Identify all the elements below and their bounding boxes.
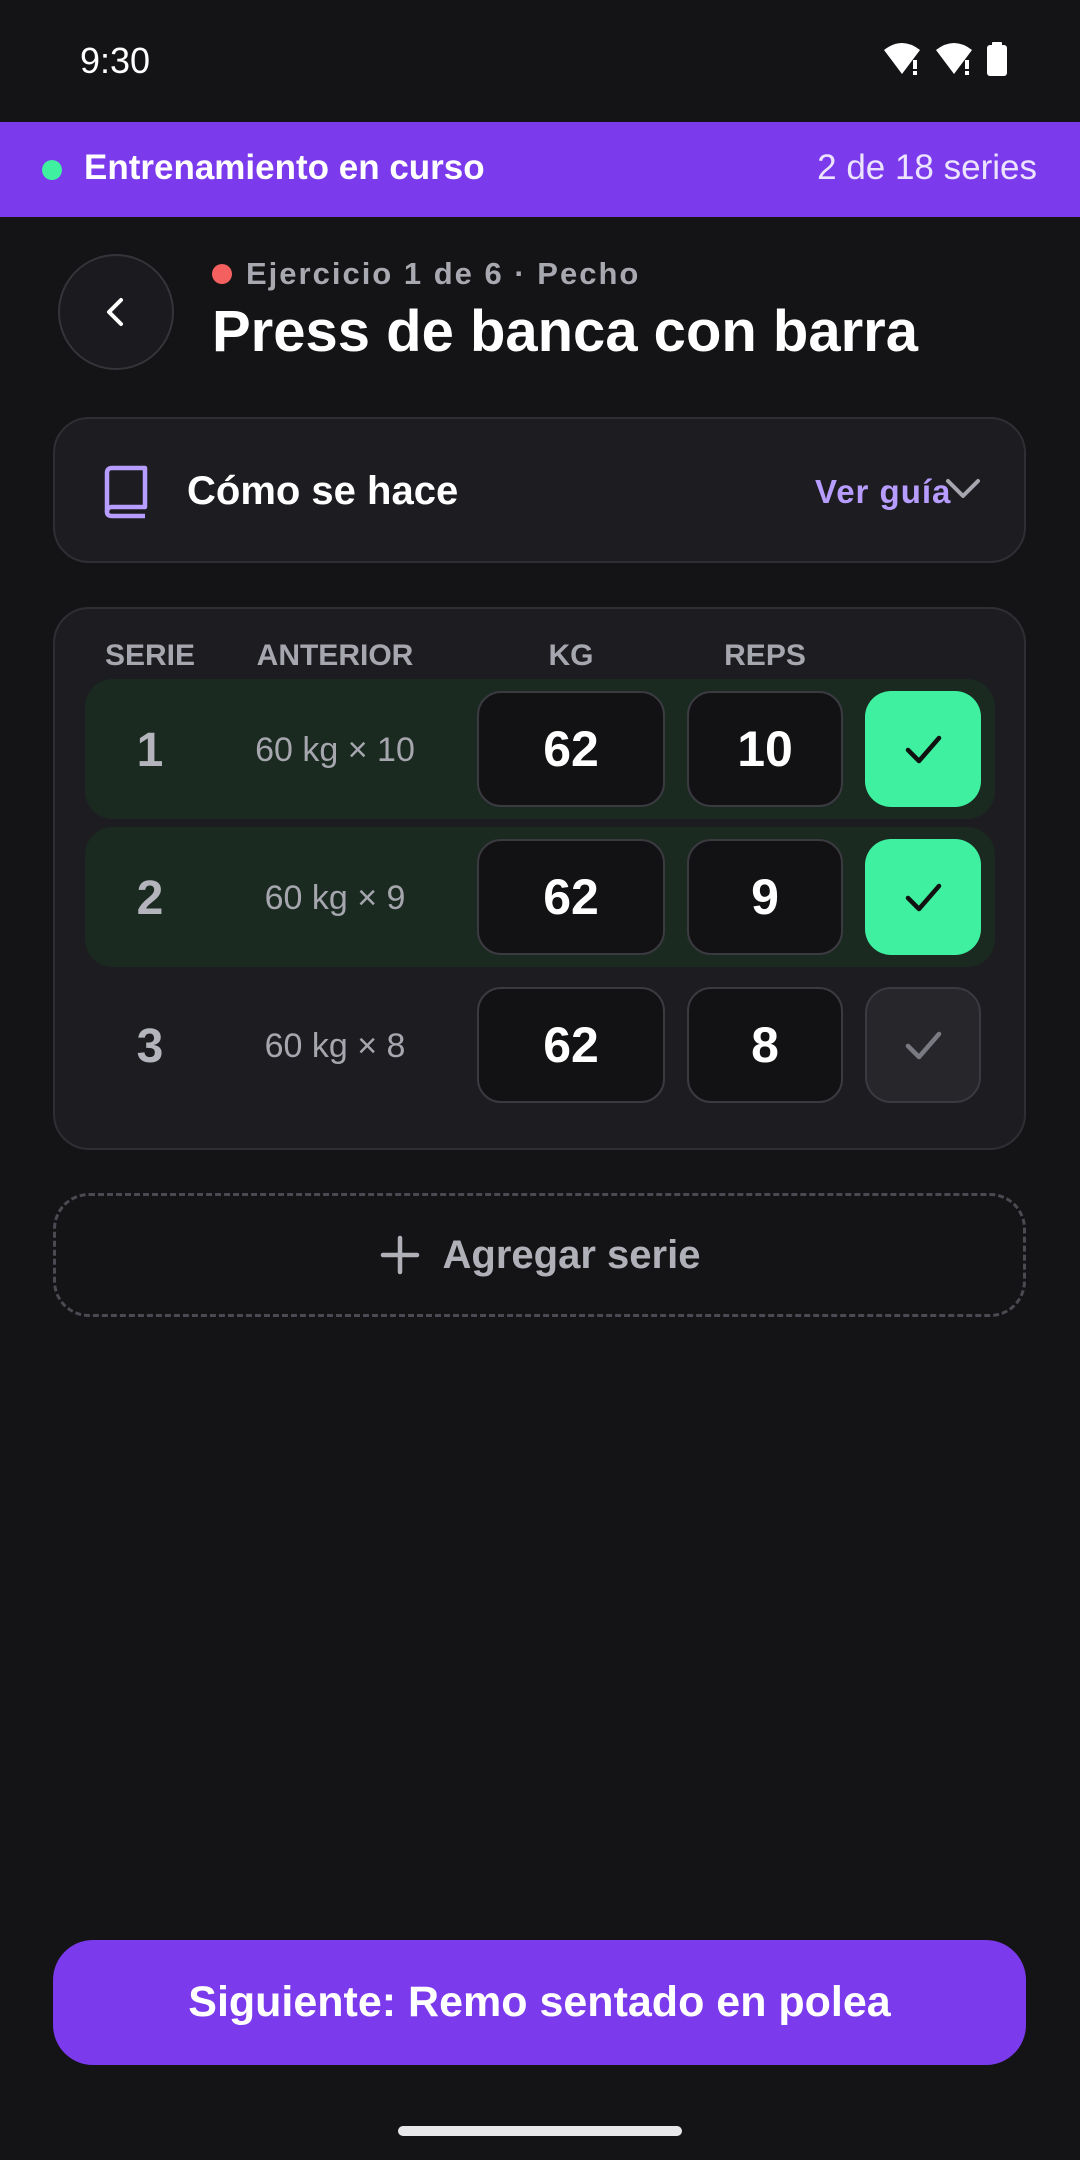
set-row: 2 60 kg × 9 62 9 — [85, 827, 995, 967]
series-count: 2 de 18 series — [817, 148, 1037, 187]
set-number: 2 — [136, 872, 164, 925]
complete-set-button[interactable] — [865, 691, 981, 807]
set-number: 3 — [136, 1020, 164, 1073]
column-header-anterior: ANTERIOR — [256, 639, 414, 672]
check-icon — [905, 883, 942, 912]
muscle-dot — [212, 264, 232, 284]
set-row: 1 60 kg × 10 62 10 — [85, 679, 995, 819]
previous-result: 60 kg × 9 — [264, 879, 406, 917]
sets-card: SERIE ANTERIOR KG REPS 1 60 kg × 10 62 1… — [53, 607, 1026, 1150]
column-header-reps: REPS — [724, 639, 806, 672]
exercise-eyebrow: Ejercicio 1 de 6 · Pecho — [212, 256, 640, 292]
weight-input[interactable]: 62 — [477, 987, 665, 1103]
how-to-card[interactable]: Cómo se hace Ver guía — [53, 417, 1026, 563]
check-icon — [905, 735, 942, 764]
exercise-title: Press de banca con barra — [212, 299, 918, 364]
chevron-left-icon — [107, 298, 123, 326]
how-to-label: Cómo se hace — [187, 469, 459, 513]
plus-icon — [380, 1235, 419, 1275]
column-header-serie: SERIE — [104, 639, 196, 672]
wifi-icon — [936, 43, 972, 75]
wifi-icon — [884, 43, 920, 75]
weight-input[interactable]: 62 — [477, 691, 665, 807]
check-icon — [905, 1031, 942, 1060]
view-guide-link[interactable]: Ver guía — [815, 473, 951, 511]
chevron-down-icon[interactable] — [943, 475, 983, 505]
weight-input[interactable]: 62 — [477, 839, 665, 955]
add-set-label: Agregar serie — [442, 1232, 701, 1277]
workout-banner[interactable]: Entrenamiento en curso 2 de 18 series — [0, 122, 1080, 217]
reps-input[interactable]: 9 — [687, 839, 843, 955]
complete-set-button[interactable] — [865, 987, 981, 1103]
reps-input[interactable]: 10 — [687, 691, 843, 807]
status-bar: 9:30 — [0, 0, 1080, 122]
live-indicator-dot — [42, 160, 62, 180]
status-time: 9:30 — [80, 40, 151, 81]
banner-title: Entrenamiento en curso — [84, 148, 485, 187]
column-header-kg: KG — [548, 639, 594, 672]
battery-icon — [987, 42, 1007, 76]
complete-set-button[interactable] — [865, 839, 981, 955]
reps-input[interactable]: 8 — [687, 987, 843, 1103]
back-button[interactable] — [58, 254, 174, 370]
previous-result: 60 kg × 8 — [264, 1027, 406, 1065]
next-exercise-button[interactable]: Siguiente: Remo sentado en polea — [53, 1940, 1026, 2065]
set-number: 1 — [136, 724, 164, 777]
home-indicator[interactable] — [398, 2126, 682, 2136]
previous-result: 60 kg × 10 — [255, 731, 415, 769]
book-icon — [104, 465, 148, 519]
set-row: 3 60 kg × 8 62 8 — [85, 975, 995, 1115]
exercise-progress: Ejercicio 1 de 6 · Pecho — [246, 256, 641, 291]
add-set-button[interactable]: Agregar serie — [53, 1193, 1026, 1317]
status-icons — [882, 42, 1008, 76]
